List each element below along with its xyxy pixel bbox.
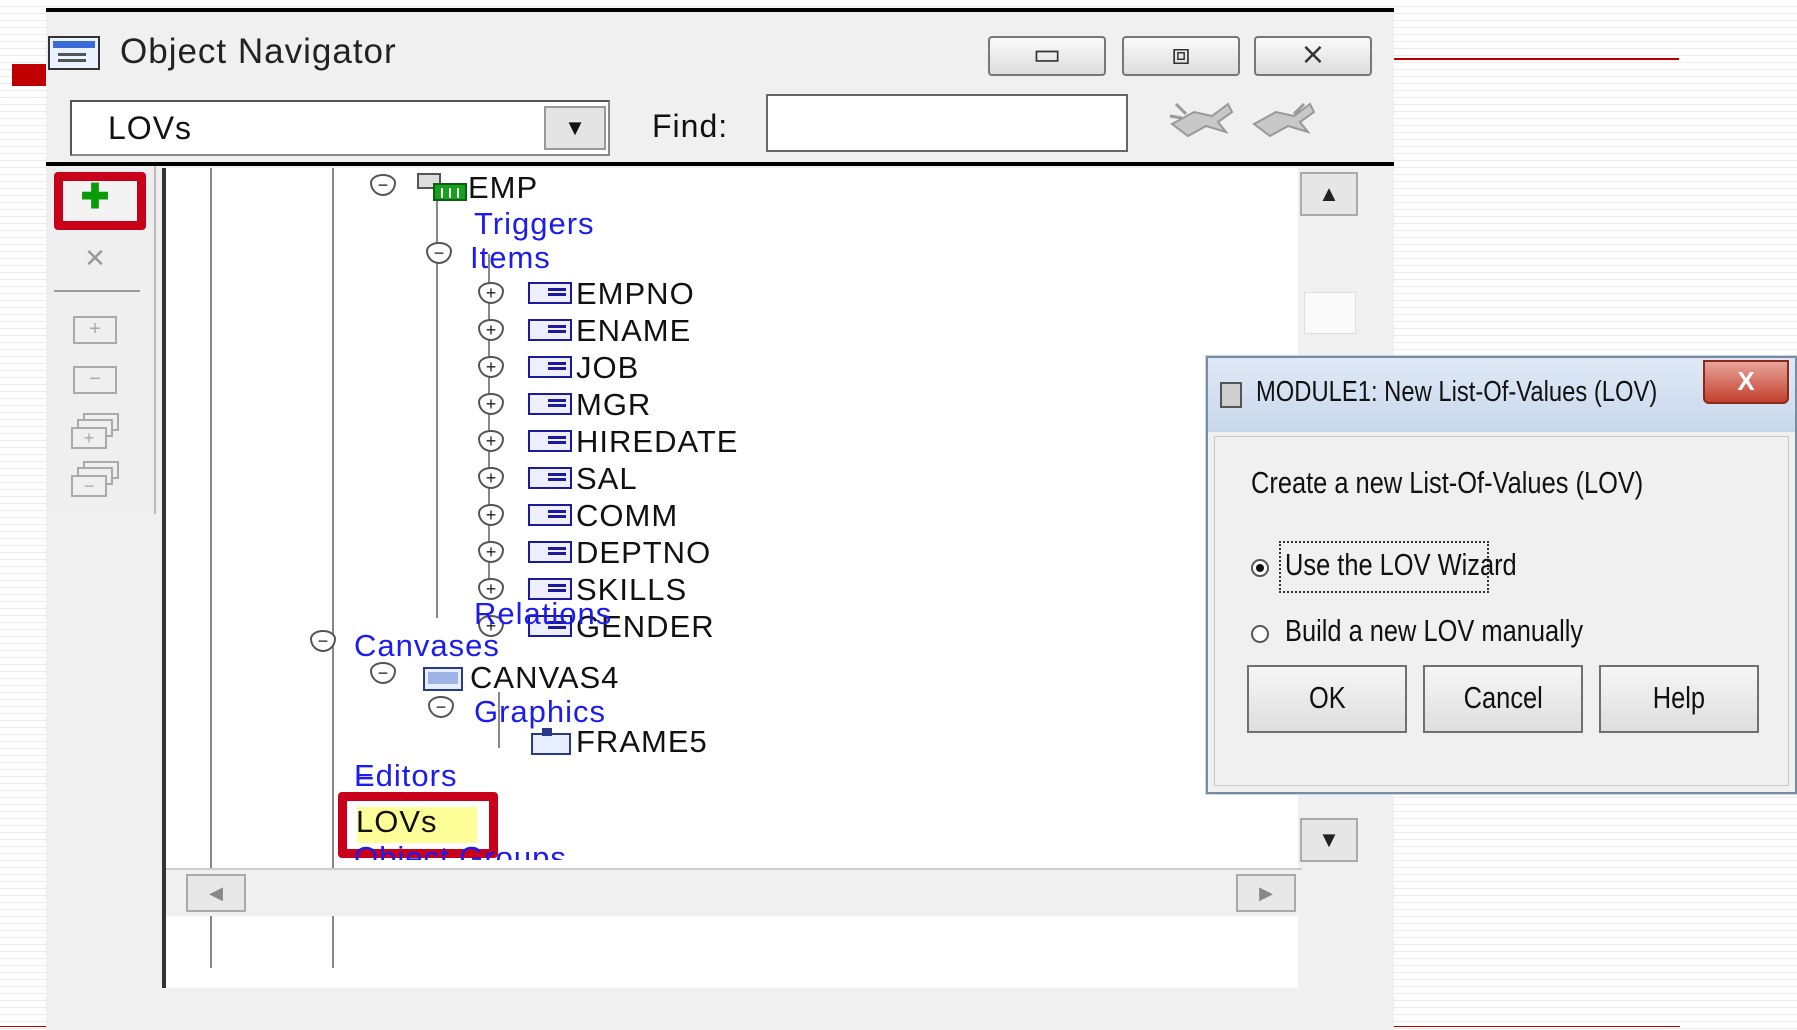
expand-icon-glyph: + [73,316,117,344]
tree-node-items[interactable]: Items [470,240,551,276]
tree-node-canvases[interactable]: Canvases [354,628,500,664]
tree-node-item[interactable]: DEPTNO [576,535,711,571]
expand-toggle-icon[interactable]: + [478,319,504,341]
tree-node-frame5[interactable]: FRAME5 [576,724,708,760]
toolbar-separator [54,290,140,292]
collapse-toggle-icon[interactable]: − [428,696,454,718]
help-button-label: Help [1652,680,1706,715]
tree-node-lovs[interactable]: LOVs [356,804,438,840]
expand-toggle-icon[interactable]: + [478,541,504,563]
text-item-icon [528,319,572,341]
collapse-toggle-icon[interactable]: − [370,662,396,684]
expand-icon[interactable]: + [70,314,120,346]
expand-toggle-icon[interactable]: + [478,430,504,452]
dialog-title: MODULE1: New List-Of-Values (LOV) [1256,376,1658,408]
navigator-toolbar: LOVs ▼ Find: [46,84,1394,166]
find-label: Find: [652,108,729,144]
tree-node-triggers[interactable]: Triggers [474,206,595,242]
create-icon[interactable]: ✚ [70,178,120,216]
tree-node-item[interactable]: JOB [576,350,639,386]
collapse-icon-glyph: − [73,366,117,394]
dialog-close-button[interactable]: X [1703,360,1789,404]
tree-node-emp[interactable]: EMP [468,170,538,206]
navigator-side-toolbar: ✚ ✕ + − + − [46,166,156,514]
search-back-icon[interactable] [1248,94,1318,156]
restore-button[interactable]: ⧈ [1122,36,1240,76]
collapse-toggle-icon[interactable]: − [426,242,452,264]
frame-icon [531,728,571,755]
scroll-up-icon[interactable]: ▲ [1300,172,1358,216]
slide-accent-line-top [1394,58,1679,60]
scroll-left-icon[interactable]: ◀ [186,874,246,912]
delete-icon[interactable]: ✕ [70,242,120,274]
text-item-icon [528,282,572,304]
dialog-prompt: Create a new List-Of-Values (LOV) [1251,465,1644,500]
title-bar: Object Navigator ▭ ⧈ ⨯ [46,12,1394,82]
tree-node-item[interactable]: EMPNO [576,276,695,312]
expand-toggle-icon[interactable]: + [478,393,504,415]
text-item-icon [528,430,572,452]
node-selector-value: LOVs [108,110,193,146]
cancel-button[interactable]: Cancel [1423,665,1583,733]
ok-button[interactable]: OK [1247,665,1407,733]
close-button[interactable]: ⨯ [1254,36,1372,76]
tree-node-canvas4[interactable]: CANVAS4 [470,660,619,696]
tree-node-object-groups[interactable]: Object Groups [354,840,567,860]
tree-node-item[interactable]: COMM [576,498,678,534]
tree-node-item[interactable]: MGR [576,387,651,423]
option-use-lov-wizard-label[interactable]: Use the LOV Wizard [1285,547,1517,583]
text-item-icon [528,467,572,489]
expand-toggle-icon[interactable]: + [478,504,504,526]
text-item-icon [528,393,572,415]
new-lov-dialog: MODULE1: New List-Of-Values (LOV) X Crea… [1206,356,1797,794]
option-build-lov-manually-label[interactable]: Build a new LOV manually [1285,613,1583,649]
tree-connector [210,168,212,968]
canvas-icon [423,667,463,691]
radio-use-lov-wizard[interactable] [1251,559,1269,577]
window-title: Object Navigator [120,32,397,71]
expand-all-icon[interactable]: + [70,412,120,449]
expand-all-glyph: + [84,428,95,448]
window-app-icon [48,36,100,70]
node-selector-dropdown[interactable]: LOVs ▼ [70,100,610,156]
horizontal-scrollbar[interactable]: ◀ ▶ [166,868,1302,916]
collapse-icon[interactable]: − [70,364,120,396]
tree-connector [332,168,334,968]
dialog-app-icon [1220,382,1242,408]
search-forward-icon[interactable] [1166,94,1236,156]
text-item-icon [528,356,572,378]
dialog-body: Create a new List-Of-Values (LOV) Use th… [1214,436,1789,786]
scroll-down-icon[interactable]: ▼ [1300,818,1358,862]
data-block-icon [417,173,467,201]
chevron-down-icon[interactable]: ▼ [544,106,606,150]
collapse-all-icon[interactable]: − [70,460,120,497]
scroll-right-icon[interactable]: ▶ [1236,874,1296,912]
find-input[interactable] [766,94,1128,152]
text-item-icon [528,541,572,563]
collapse-all-glyph: − [84,476,95,496]
collapse-toggle-icon[interactable]: − [370,174,396,196]
tree-node-item[interactable]: HIREDATE [576,424,738,460]
minimize-button[interactable]: ▭ [988,36,1106,76]
radio-build-lov-manually[interactable] [1251,625,1269,643]
scroll-thumb[interactable] [1304,292,1356,334]
expand-toggle-icon[interactable]: + [478,467,504,489]
ok-button-label: OK [1308,680,1346,715]
help-button[interactable]: Help [1599,665,1759,733]
tree-node-item[interactable]: ENAME [576,313,691,349]
object-navigator-window: Object Navigator ▭ ⧈ ⨯ LOVs ▼ Find: ✚ ✕ … [46,8,1394,1030]
cancel-button-label: Cancel [1463,680,1543,715]
dialog-title-bar: MODULE1: New List-Of-Values (LOV) X [1208,358,1795,432]
expand-toggle-icon[interactable]: + [478,282,504,304]
tree-node-relations[interactable]: Relations [474,596,612,632]
text-item-icon [528,504,572,526]
object-tree[interactable]: − EMP Triggers − Items + EMPNO + ENAME + JOB +… [162,168,1360,988]
expand-toggle-icon[interactable]: + [478,356,504,378]
tree-node-item[interactable]: SAL [576,461,638,497]
